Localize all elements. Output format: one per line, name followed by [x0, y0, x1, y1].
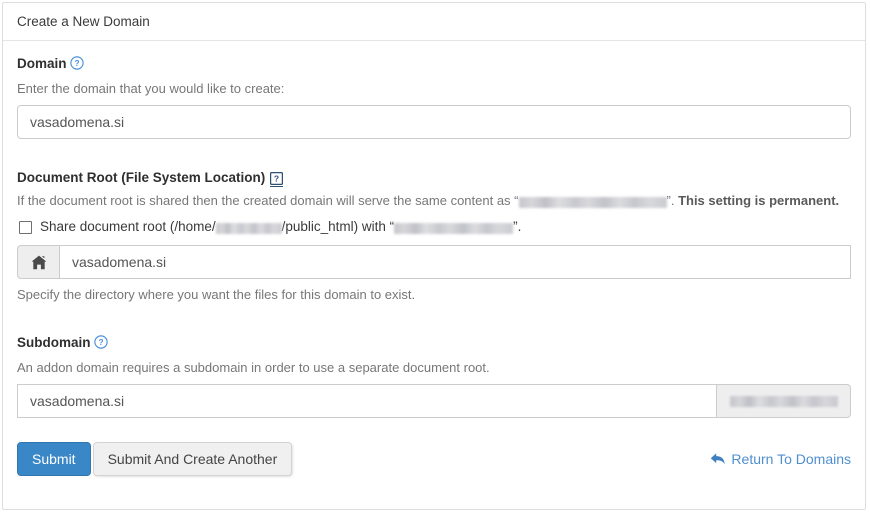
domain-help-text: Enter the domain that you would like to …: [17, 81, 285, 96]
redacted-home-user: [215, 223, 282, 234]
redacted-shared-domain: [518, 197, 667, 208]
subdomain-suffix-addon: [717, 384, 851, 418]
share-document-root-checkbox[interactable]: [19, 220, 32, 234]
document-root-label-row: Document Root (File System Location)?: [17, 169, 851, 187]
document-root-label: Document Root (File System Location): [17, 170, 266, 185]
checkbox-text-prefix: Share document root (/home/: [40, 219, 216, 234]
help-text-middle: ”.: [666, 193, 679, 208]
return-to-domains-link[interactable]: Return To Domains: [710, 449, 851, 469]
subdomain-form-group: Subdomain? An addon domain requires a su…: [17, 334, 851, 418]
domain-form-group: Domain? Enter the domain that you would …: [17, 55, 851, 139]
subdomain-help-text: An addon domain requires a subdomain in …: [17, 360, 490, 375]
svg-text:?: ?: [274, 174, 279, 184]
question-square-icon[interactable]: ?: [270, 171, 284, 187]
document-root-help-text: If the document root is shared then the …: [17, 191, 851, 210]
permanent-warning: This setting is permanent.: [678, 193, 840, 208]
document-root-input[interactable]: [59, 245, 851, 279]
question-circle-icon[interactable]: ?: [69, 56, 84, 75]
back-arrow-icon: [710, 452, 726, 466]
action-row: Submit Submit And Create Another Return …: [17, 442, 851, 476]
subdomain-input[interactable]: [17, 384, 717, 418]
action-buttons: Submit Submit And Create Another: [17, 442, 293, 476]
page-title: Create a New Domain: [17, 14, 150, 29]
checkbox-text-suffix: ”.: [513, 219, 522, 234]
help-text-prefix: If the document root is shared then the …: [17, 193, 519, 208]
document-root-after-help: Specify the directory where you want the…: [17, 287, 416, 302]
submit-and-create-another-button[interactable]: Submit And Create Another: [92, 442, 293, 476]
domain-label: Domain: [17, 56, 67, 71]
share-document-root-label: Share document root (/home/ /public_html)…: [40, 217, 521, 237]
redacted-subdomain-suffix: [729, 395, 838, 407]
share-document-root-row[interactable]: Share document root (/home/ /public_html)…: [17, 217, 851, 237]
domain-input[interactable]: [17, 105, 851, 139]
document-root-form-group: Document Root (File System Location)? If…: [17, 169, 851, 304]
redacted-share-domain: [394, 223, 514, 234]
domain-label-row: Domain?: [17, 55, 851, 75]
document-root-input-group: [17, 245, 851, 279]
create-domain-panel: Create a New Domain Domain? Enter the do…: [2, 2, 866, 510]
subdomain-input-group: [17, 384, 851, 418]
subdomain-label: Subdomain: [17, 335, 91, 350]
question-circle-icon[interactable]: ?: [93, 335, 108, 354]
submit-button[interactable]: Submit: [17, 442, 91, 476]
svg-text:?: ?: [98, 337, 103, 347]
return-to-domains-label: Return To Domains: [731, 451, 851, 467]
checkbox-text-middle: /public_html) with “: [281, 219, 395, 234]
panel-header: Create a New Domain: [3, 3, 865, 41]
panel-body: Domain? Enter the domain that you would …: [3, 41, 865, 476]
home-icon: [17, 245, 59, 279]
svg-text:?: ?: [74, 58, 79, 68]
subdomain-label-row: Subdomain?: [17, 334, 851, 354]
